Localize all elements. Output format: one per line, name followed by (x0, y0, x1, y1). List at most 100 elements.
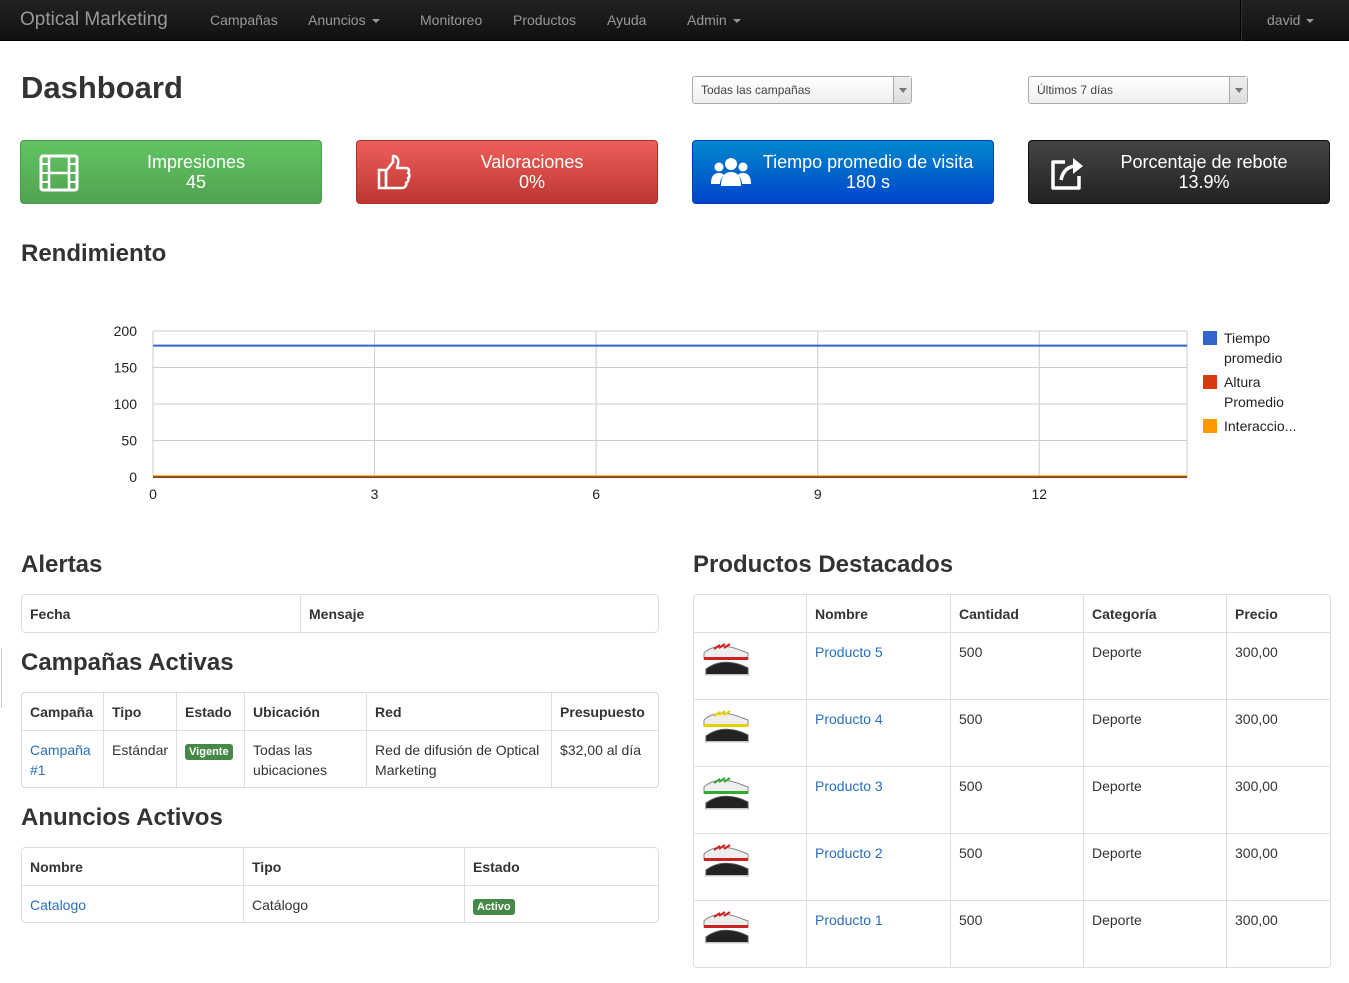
table-cell: Deporte (1083, 900, 1226, 967)
shoe-thumbnail-icon[interactable] (700, 905, 754, 951)
shoe-thumbnail-icon[interactable] (700, 704, 754, 750)
table-cell: Catálogo (243, 885, 464, 922)
column-header[interactable]: Fecha (22, 595, 300, 632)
stat-tiempo-promedio[interactable]: Tiempo promedio de visita 180 s (692, 140, 994, 204)
status-badge: Vigente (185, 744, 233, 760)
table-row: Producto 2 500 Deporte 300,00 (694, 833, 1330, 900)
status-badge: Activo (473, 899, 515, 915)
nav-anuncios-dropdown[interactable]: Anuncios (308, 12, 380, 28)
column-header[interactable]: Estado (464, 848, 658, 885)
table-row: Producto 1 500 Deporte 300,00 (694, 900, 1330, 967)
stat-impresiones[interactable]: Impresiones 45 (20, 140, 322, 204)
nav-productos[interactable]: Productos (513, 12, 576, 28)
table-cell: Catalogo (22, 885, 243, 922)
product-link[interactable]: Producto 1 (815, 912, 883, 928)
table-cell: Deporte (1083, 833, 1226, 900)
alerts-table: Fecha Mensaje (21, 594, 659, 633)
stat-valoraciones[interactable]: Valoraciones 0% (356, 140, 658, 204)
table-cell: Producto 4 (806, 699, 950, 766)
stat-value: 0% (518, 172, 545, 192)
table-cell: Activo (464, 885, 658, 922)
table-row: Campaña #1 Estándar Vigente Todas las ub… (22, 730, 658, 787)
stat-label: Tiempo promedio de visita (762, 152, 974, 172)
table-cell: 500 (950, 766, 1083, 833)
table-cell: Vigente (176, 730, 245, 787)
chevron-down-icon (1229, 77, 1247, 103)
user-name: david (1267, 12, 1301, 28)
thumbs-up-icon (377, 154, 411, 190)
film-icon (39, 154, 79, 192)
table-cell: 300,00 (1226, 900, 1330, 967)
period-select-value: Últimos 7 días (1037, 83, 1114, 97)
column-header[interactable]: Estado (176, 693, 244, 730)
product-link[interactable]: Producto 4 (815, 711, 883, 727)
column-header[interactable]: Cantidad (950, 595, 1083, 632)
legend-swatch (1203, 331, 1217, 345)
active-ads-heading: Anuncios Activos (21, 804, 223, 831)
nav-admin-dropdown[interactable]: Admin (687, 12, 741, 28)
table-cell: Producto 1 (806, 900, 950, 967)
stat-porcentaje-rebote[interactable]: Porcentaje de rebote 13.9% (1028, 140, 1330, 204)
nav-monitoreo[interactable]: Monitoreo (420, 12, 482, 28)
table-cell: 500 (950, 699, 1083, 766)
user-menu-dropdown[interactable]: david (1267, 12, 1315, 28)
nav-ayuda[interactable]: Ayuda (607, 12, 646, 28)
campaign-link[interactable]: Campaña #1 (30, 742, 91, 778)
x-tick-label: 12 (1031, 486, 1047, 502)
shoe-thumbnail-icon[interactable] (700, 637, 754, 683)
column-header[interactable]: Categoría (1083, 595, 1226, 632)
table-cell (694, 833, 806, 900)
nav-admin-label: Admin (687, 12, 727, 28)
column-header[interactable]: Tipo (103, 693, 176, 730)
x-tick-label: 3 (371, 486, 379, 502)
campaign-select[interactable]: Todas las campañas (692, 76, 912, 104)
column-header[interactable]: Campaña (22, 693, 103, 730)
column-header[interactable]: Ubicación (244, 693, 366, 730)
column-header[interactable]: Presupuesto (551, 693, 658, 730)
brand-link[interactable]: Optical Marketing (20, 9, 168, 31)
column-header[interactable]: Nombre (22, 848, 243, 885)
y-tick-label: 200 (114, 323, 138, 339)
ad-link[interactable]: Catalogo (30, 897, 86, 913)
campaign-select-value: Todas las campañas (701, 83, 811, 97)
stat-value: 180 s (845, 172, 891, 192)
y-tick-label: 50 (121, 433, 137, 449)
y-tick-label: 150 (114, 360, 138, 376)
column-header[interactable]: Mensaje (300, 595, 658, 632)
performance-heading: Rendimiento (21, 240, 167, 267)
table-cell: Red de difusión de Optical Marketing (366, 730, 552, 787)
caret-down-icon (1306, 19, 1315, 24)
stat-value: 13.9% (1178, 172, 1230, 192)
users-icon (711, 158, 751, 186)
table-cell (694, 632, 806, 699)
product-link[interactable]: Producto 3 (815, 778, 883, 794)
shoe-thumbnail-icon[interactable] (700, 838, 754, 884)
table-cell (694, 900, 806, 967)
nav-campanas[interactable]: Campañas (210, 12, 278, 28)
nav-anuncios-label: Anuncios (308, 12, 366, 28)
alerts-heading: Alertas (21, 551, 103, 578)
stat-label: Impresiones (146, 152, 246, 172)
period-select[interactable]: Últimos 7 días (1028, 76, 1248, 104)
product-link[interactable]: Producto 5 (815, 644, 883, 660)
column-header[interactable]: Red (366, 693, 551, 730)
table-row: Producto 3 500 Deporte 300,00 (694, 766, 1330, 833)
nav-divider (1240, 0, 1241, 41)
column-header[interactable]: Precio (1226, 595, 1330, 632)
column-header[interactable]: Tipo (243, 848, 464, 885)
table-cell: 300,00 (1226, 699, 1330, 766)
shoe-thumbnail-icon[interactable] (700, 771, 754, 817)
table-cell (694, 699, 806, 766)
table-cell (694, 766, 806, 833)
table-cell: Todas las ubicaciones (244, 730, 367, 787)
legend-label: Tiempo promedio (1224, 330, 1283, 366)
stat-label: Porcentaje de rebote (1120, 152, 1288, 172)
table-cell: Campaña #1 (22, 730, 103, 787)
table-cell: 300,00 (1226, 766, 1330, 833)
product-link[interactable]: Producto 2 (815, 845, 883, 861)
column-header[interactable]: Nombre (806, 595, 950, 632)
table-row: Producto 4 500 Deporte 300,00 (694, 699, 1330, 766)
table-row: Catalogo Catálogo Activo (22, 885, 658, 922)
external-link-icon (1051, 158, 1083, 190)
table-cell: 300,00 (1226, 833, 1330, 900)
